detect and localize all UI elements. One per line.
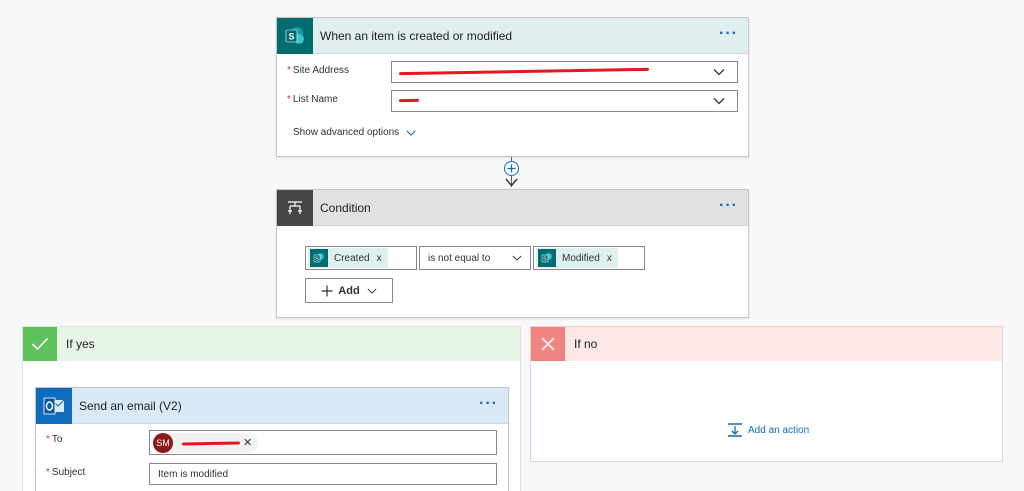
condition-header[interactable]: Condition ··· bbox=[277, 189, 748, 226]
avatar: SM bbox=[153, 432, 173, 453]
chevron-down-icon bbox=[367, 288, 377, 294]
trigger-title: When an item is created or modified bbox=[320, 28, 513, 43]
checkmark-icon bbox=[23, 327, 57, 361]
svg-text:S: S bbox=[315, 257, 319, 263]
remove-token-icon[interactable]: x bbox=[607, 253, 612, 264]
condition-card: Condition ··· S Created x is not equal t… bbox=[276, 189, 749, 318]
redaction-mark bbox=[398, 98, 420, 103]
condition-right-operand[interactable]: S Modified x bbox=[533, 246, 645, 270]
chevron-down-icon bbox=[713, 69, 725, 76]
chevron-down-icon bbox=[406, 130, 416, 136]
add-action-icon bbox=[728, 423, 742, 437]
list-name-dropdown[interactable] bbox=[391, 90, 738, 112]
outlook-icon bbox=[36, 387, 72, 424]
sharepoint-icon: S bbox=[538, 249, 556, 267]
if-no-header[interactable]: If no bbox=[531, 327, 1002, 361]
svg-text:S: S bbox=[543, 257, 547, 263]
to-label: * To bbox=[46, 434, 63, 445]
chevron-down-icon bbox=[512, 255, 522, 261]
condition-more-options-icon[interactable]: ··· bbox=[719, 198, 738, 214]
condition-operator-dropdown[interactable]: is not equal to bbox=[419, 246, 531, 270]
sharepoint-icon: S bbox=[277, 17, 313, 54]
plus-icon bbox=[321, 285, 333, 296]
add-condition-button[interactable]: Add bbox=[305, 278, 393, 303]
trigger-more-options-icon[interactable]: ··· bbox=[719, 26, 738, 42]
condition-icon bbox=[277, 189, 313, 226]
created-token[interactable]: S Created x bbox=[308, 248, 388, 268]
chevron-down-icon bbox=[713, 98, 725, 105]
subject-label: * Subject bbox=[46, 467, 86, 478]
if-no-branch: If no Add an action bbox=[530, 326, 1003, 462]
arrow-down-icon bbox=[505, 178, 518, 187]
send-email-more-options-icon[interactable]: ··· bbox=[479, 396, 498, 412]
plus-icon bbox=[507, 164, 516, 173]
trigger-card: S When an item is created or modified ··… bbox=[276, 17, 749, 157]
insert-step-button[interactable] bbox=[504, 161, 519, 176]
send-email-card: Send an email (V2) ··· * To SM ✕ * Subject… bbox=[35, 387, 509, 491]
send-email-header[interactable]: Send an email (V2) ··· bbox=[36, 387, 508, 424]
condition-title: Condition bbox=[320, 200, 371, 215]
site-address-label: * Site Address bbox=[287, 65, 350, 76]
list-name-label: * List Name bbox=[287, 94, 338, 105]
trigger-header[interactable]: S When an item is created or modified ··… bbox=[277, 17, 748, 54]
remove-recipient-icon[interactable]: ✕ bbox=[243, 436, 252, 449]
add-an-action-button[interactable]: Add an action bbox=[727, 422, 809, 438]
if-no-title: If no bbox=[574, 337, 598, 351]
show-advanced-options-link[interactable]: Show advanced options bbox=[293, 127, 416, 138]
remove-token-icon[interactable]: x bbox=[377, 253, 382, 264]
subject-field[interactable]: Item is modified bbox=[149, 463, 497, 485]
modified-token[interactable]: S Modified x bbox=[536, 248, 618, 268]
if-yes-title: If yes bbox=[66, 337, 95, 351]
if-yes-header[interactable]: If yes bbox=[23, 327, 520, 361]
sharepoint-icon: S bbox=[310, 249, 328, 267]
condition-left-operand[interactable]: S Created x bbox=[305, 246, 417, 270]
svg-text:S: S bbox=[288, 31, 294, 41]
close-icon bbox=[531, 327, 565, 361]
send-email-title: Send an email (V2) bbox=[79, 398, 182, 413]
